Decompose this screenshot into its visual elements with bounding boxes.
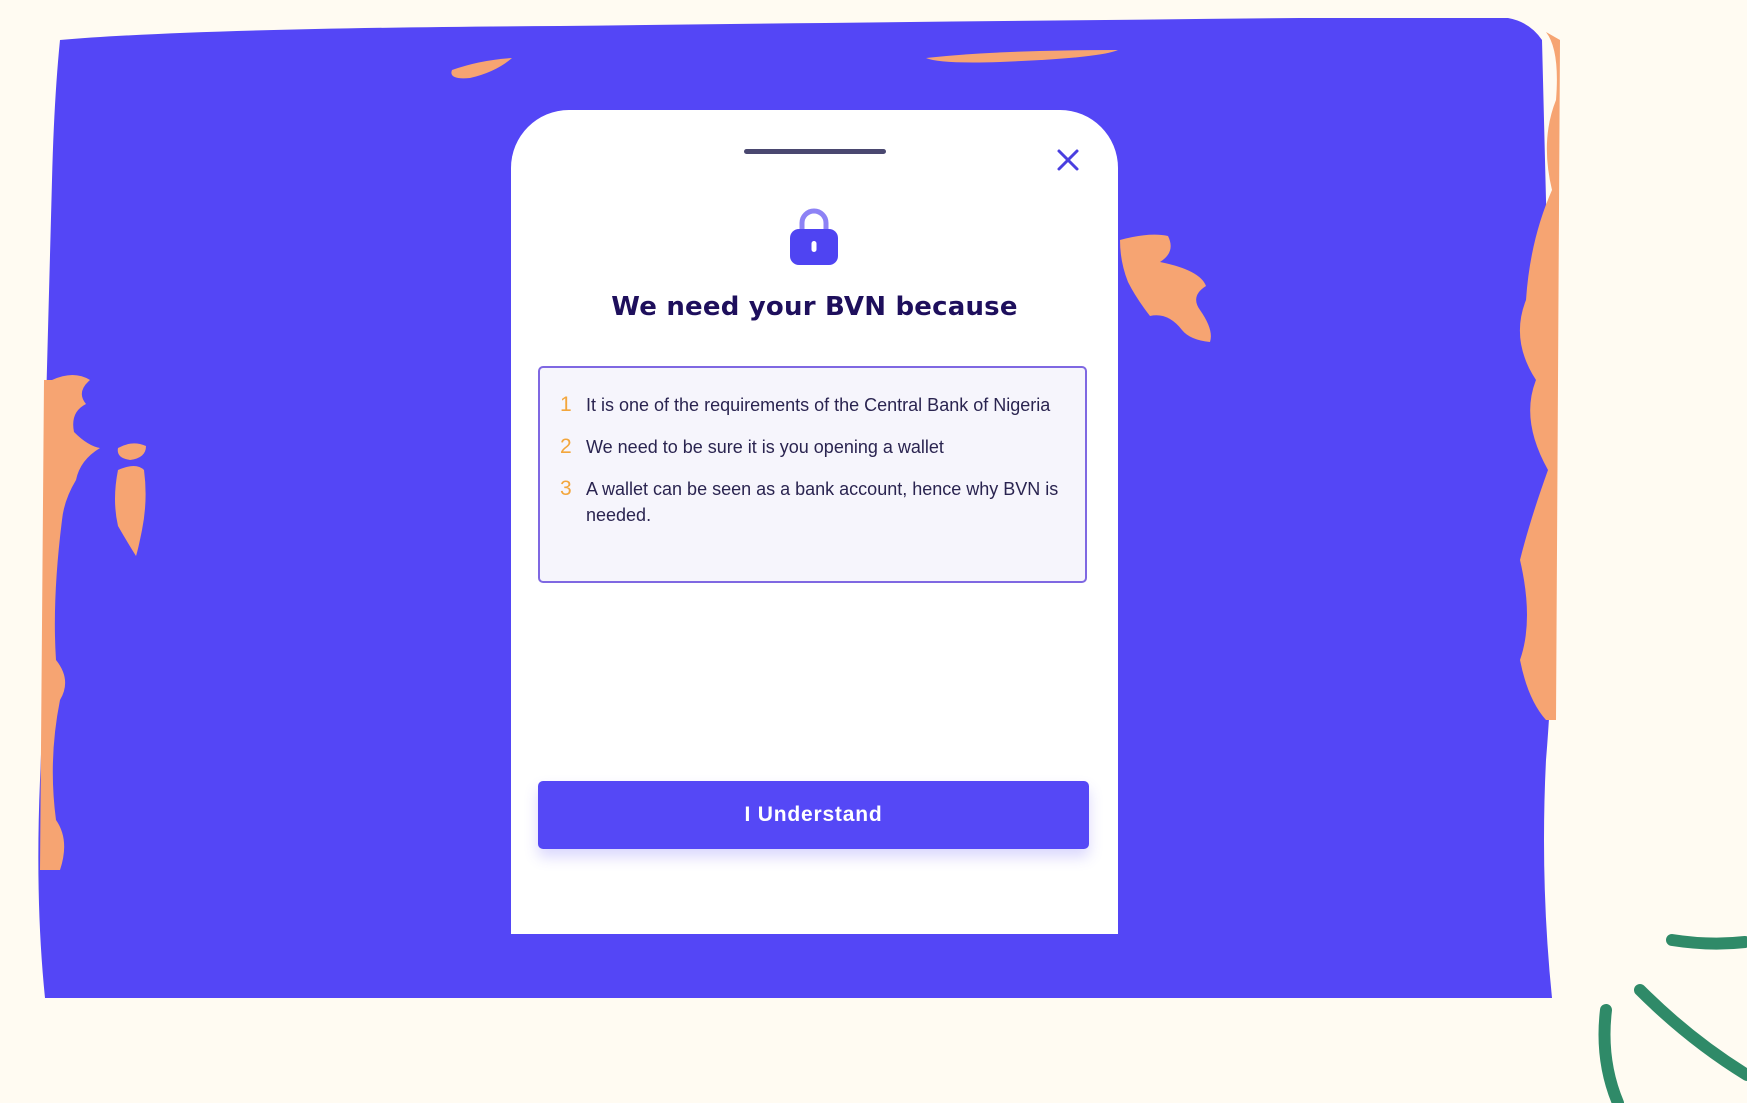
lock-icon [790,208,838,265]
reason-number: 3 [560,477,572,500]
reasons-list: 1 It is one of the requirements of the C… [538,366,1087,583]
reason-text: We need to be sure it is you opening a w… [586,437,944,457]
reason-number: 2 [560,435,572,458]
green-arc-inner [1634,984,1747,1081]
green-arc-outer [1598,1004,1624,1103]
understand-button[interactable]: I Understand [538,781,1089,849]
list-item: 2 We need to be sure it is you opening a… [560,434,1061,460]
modal-title: We need your BVN because [611,292,1018,322]
green-dash [1666,934,1747,950]
reason-text: A wallet can be seen as a bank account, … [586,479,1059,525]
list-item: 1 It is one of the requirements of the C… [560,392,1061,418]
page: We need your BVN because 1 It is one of … [0,0,1747,1103]
bvn-info-bottom-sheet: We need your BVN because 1 It is one of … [511,110,1118,934]
list-item: 3 A wallet can be seen as a bank account… [560,476,1061,528]
drag-handle[interactable] [744,149,886,154]
reason-number: 1 [560,393,572,416]
close-icon[interactable] [1053,145,1083,175]
reason-text: It is one of the requirements of the Cen… [586,395,1051,415]
